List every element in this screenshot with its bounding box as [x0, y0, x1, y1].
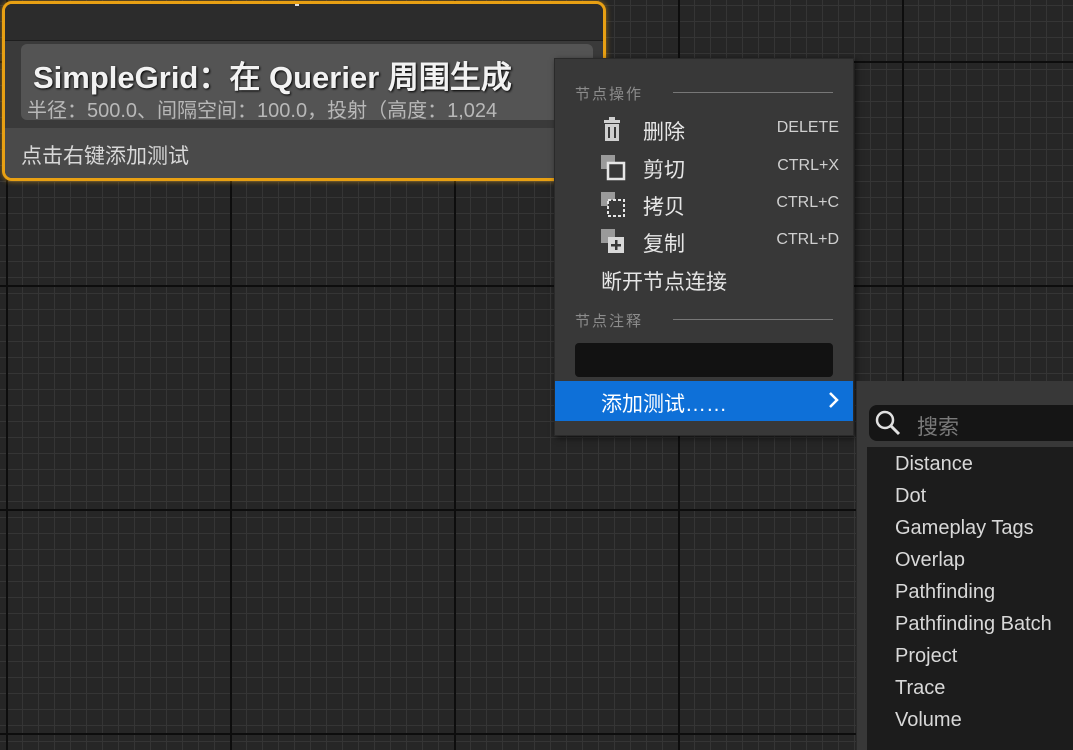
- menu-item-cut[interactable]: 剪切 CTRL+X: [555, 149, 853, 185]
- node-body[interactable]: 点击右键添加测试: [5, 128, 603, 178]
- add-test-submenu: 搜索 Distance Dot Gameplay Tags Overlap Pa…: [856, 381, 1073, 750]
- list-item[interactable]: Gameplay Tags: [895, 517, 1034, 540]
- node-header: SimpleGrid：在 Querier 周围生成 半径：500.0、间隔空间：…: [21, 44, 593, 122]
- test-list: Distance Dot Gameplay Tags Overlap Pathf…: [867, 447, 1073, 750]
- menu-item-label: 断开节点连接: [601, 271, 727, 294]
- context-menu: 节点操作 删除 DELETE 剪切 CTRL+X 拷贝 CTRL+C 复制 CT…: [554, 58, 854, 436]
- menu-item-label: 删除: [643, 121, 685, 144]
- menu-item-shortcut: CTRL+X: [777, 157, 839, 174]
- graph-node[interactable]: SimpleGrid：在 Querier 周围生成 半径：500.0、间隔空间：…: [2, 1, 606, 181]
- list-item[interactable]: Overlap: [895, 549, 965, 572]
- menu-item-label: 添加测试……: [601, 393, 727, 416]
- node-subtitle: 半径：500.0、间隔空间：100.0，投射（高度：1,024: [27, 100, 498, 122]
- chevron-right-icon: [827, 389, 841, 411]
- menu-item-delete[interactable]: 删除 DELETE: [555, 111, 853, 147]
- menu-item-shortcut: CTRL+D: [776, 231, 839, 248]
- list-item[interactable]: Trace: [895, 677, 945, 700]
- menu-item-label: 拷贝: [643, 196, 685, 219]
- node-hint: 点击右键添加测试: [21, 145, 189, 168]
- menu-item-label: 剪切: [643, 159, 685, 182]
- menu-item-duplicate[interactable]: 复制 CTRL+D: [555, 223, 853, 259]
- node-title: SimpleGrid：在 Querier 周围生成: [33, 60, 512, 95]
- list-item[interactable]: Distance: [895, 453, 973, 476]
- copy-icon: [599, 192, 627, 218]
- trash-icon: [599, 117, 627, 143]
- section-label-node-comment: 节点注释: [575, 313, 644, 330]
- duplicate-icon: [599, 229, 627, 255]
- list-item[interactable]: Pathfinding Batch: [895, 613, 1052, 636]
- menu-item-add-test[interactable]: 添加测试……: [555, 381, 853, 421]
- search-icon: [875, 410, 901, 436]
- menu-item-shortcut: CTRL+C: [776, 194, 839, 211]
- menu-item-label: 复制: [643, 233, 685, 256]
- section-label-node-actions: 节点操作: [575, 86, 644, 103]
- menu-item-shortcut: DELETE: [776, 119, 839, 136]
- node-top-bar: [5, 4, 603, 41]
- menu-item-copy[interactable]: 拷贝 CTRL+C: [555, 186, 853, 222]
- list-item[interactable]: Pathfinding: [895, 581, 995, 604]
- menu-item-break-links[interactable]: 断开节点连接: [555, 261, 853, 297]
- cut-icon: [599, 155, 627, 181]
- list-item[interactable]: Volume: [895, 709, 962, 732]
- list-item[interactable]: Dot: [895, 485, 926, 508]
- search-placeholder: 搜索: [917, 416, 959, 439]
- node-comment-input[interactable]: [575, 343, 833, 377]
- search-input[interactable]: 搜索: [869, 405, 1073, 441]
- section-divider: [673, 319, 833, 320]
- list-item[interactable]: Project: [895, 645, 957, 668]
- section-divider: [673, 92, 833, 93]
